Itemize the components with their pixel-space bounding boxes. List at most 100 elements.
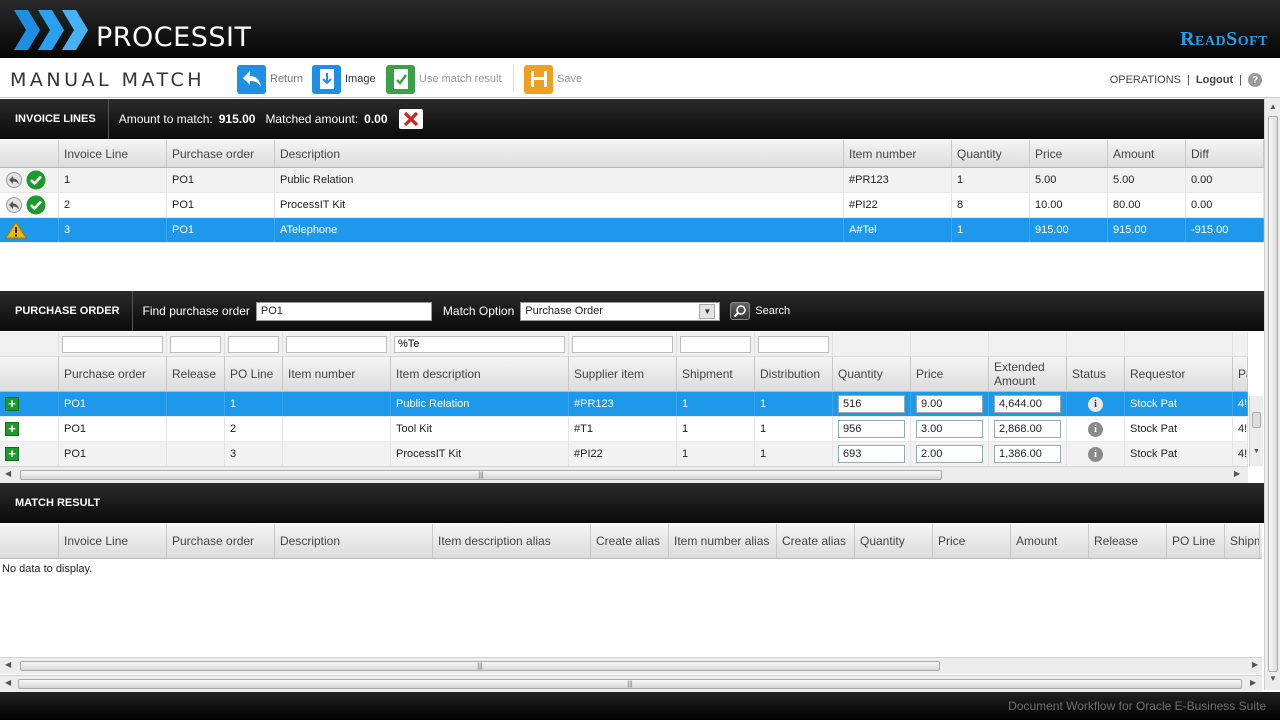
operations-link[interactable]: OPERATIONS <box>1110 74 1181 86</box>
column-header[interactable]: Supplier item <box>569 357 677 391</box>
scroll-right-arrow-icon[interactable]: ▶ <box>1250 678 1256 687</box>
column-header[interactable]: Create alias <box>591 524 669 558</box>
matched-check-icon <box>26 170 46 190</box>
column-header[interactable]: Item number alias <box>669 524 777 558</box>
column-header[interactable]: Quantity <box>833 357 911 391</box>
column-header[interactable]: Status <box>1067 357 1125 391</box>
column-header[interactable]: Invoice Line <box>59 524 167 558</box>
undo-match-icon[interactable] <box>5 172 23 188</box>
column-header[interactable]: Quantity <box>855 524 933 558</box>
image-button[interactable]: Image <box>312 64 376 94</box>
add-match-icon[interactable]: + <box>5 422 19 436</box>
logout-link[interactable]: Logout <box>1196 74 1233 86</box>
filter-po-line[interactable] <box>228 335 279 353</box>
match-result-horizontal-scrollbar[interactable]: ◀ ||| ▶ <box>0 657 1262 674</box>
column-header[interactable]: Price <box>1030 140 1108 167</box>
column-header[interactable]: Release <box>1089 524 1167 558</box>
column-header[interactable]: PO Line <box>1167 524 1225 558</box>
column-header[interactable]: Description <box>275 140 844 167</box>
price-input[interactable]: 9.00 <box>916 395 983 413</box>
filter-purchase-order[interactable] <box>62 335 163 353</box>
column-header[interactable]: Quantity <box>952 140 1030 167</box>
column-header[interactable]: Amount <box>1108 140 1186 167</box>
column-header[interactable]: Description <box>275 524 433 558</box>
price-input[interactable]: 3.00 <box>916 420 983 438</box>
column-header[interactable]: Shipment <box>677 357 755 391</box>
search-button[interactable]: Search <box>730 302 790 320</box>
po-horizontal-scrollbar[interactable]: ◀ ||| ▶ <box>0 466 1248 483</box>
column-header[interactable]: Price <box>911 357 989 391</box>
column-header[interactable]: PO Line <box>225 357 283 391</box>
column-header[interactable]: Create alias <box>777 524 855 558</box>
add-match-icon[interactable]: + <box>5 397 19 411</box>
return-button[interactable]: Return <box>237 64 303 94</box>
page-horizontal-scrollbar[interactable]: ◀ ||| ▶ <box>0 675 1262 692</box>
quantity-input[interactable]: 956 <box>838 420 905 438</box>
page-vertical-scrollbar[interactable]: ▲ ▼ <box>1264 98 1280 690</box>
scroll-thumb[interactable]: ||| <box>20 661 940 671</box>
extended-amount-input[interactable]: 2,868.00 <box>994 420 1061 438</box>
save-button[interactable]: Save <box>524 64 582 94</box>
extended-amount-input[interactable]: 4,644.00 <box>994 395 1061 413</box>
column-header[interactable]: Purchase order <box>167 140 275 167</box>
scroll-right-arrow-icon[interactable]: ▶ <box>1252 660 1258 669</box>
amount-to-match-label: Amount to match: <box>118 112 213 126</box>
table-row[interactable]: + PO1 2 Tool Kit #T1 1 1 956 3.00 2,868.… <box>0 417 1248 442</box>
info-icon[interactable]: i <box>1088 421 1103 437</box>
scroll-left-arrow-icon[interactable]: ◀ <box>5 678 11 687</box>
scroll-down-arrow-icon[interactable]: ▼ <box>1269 674 1277 683</box>
scroll-right-arrow-icon[interactable]: ▶ <box>1234 469 1240 478</box>
undo-match-icon[interactable] <box>5 197 23 213</box>
table-row[interactable]: + PO1 3 ProcessIT Kit #PI22 1 1 693 2.00… <box>0 442 1248 466</box>
table-row-selected[interactable]: + PO1 1 Public Relation #PR123 1 1 516 9… <box>0 392 1248 417</box>
scroll-left-arrow-icon[interactable]: ◀ <box>5 469 11 478</box>
quantity-input[interactable]: 693 <box>838 445 905 463</box>
filter-distribution[interactable] <box>758 335 829 353</box>
column-header[interactable]: Shipm <box>1225 524 1260 558</box>
section-title: INVOICE LINES <box>15 113 96 125</box>
match-option-select[interactable]: Purchase Order ▼ <box>520 301 721 321</box>
table-row-selected[interactable]: 3 PO1 ATelephone A#Tel 1 915.00 915.00 -… <box>0 218 1264 243</box>
scroll-thumb[interactable]: ||| <box>18 679 1242 689</box>
column-header[interactable]: Invoice Line <box>59 140 167 167</box>
column-header[interactable]: Release <box>167 357 225 391</box>
scroll-thumb[interactable] <box>1252 412 1261 428</box>
column-header[interactable]: Requestor <box>1125 357 1233 391</box>
table-row[interactable]: 1 PO1 Public Relation #PR123 1 5.00 5.00… <box>0 168 1264 193</box>
column-header[interactable]: Item number <box>844 140 952 167</box>
info-icon[interactable]: i <box>1088 396 1103 412</box>
clear-match-button[interactable] <box>398 109 423 129</box>
column-header[interactable]: Purchase order <box>59 357 167 391</box>
po-grid-vertical-scrollbar[interactable]: ▼ <box>1249 396 1263 466</box>
add-match-icon[interactable]: + <box>5 447 19 461</box>
column-header[interactable]: Distribution <box>755 357 833 391</box>
column-header[interactable]: Diff <box>1186 140 1264 167</box>
filter-item-description[interactable] <box>394 335 565 353</box>
price-input[interactable]: 2.00 <box>916 445 983 463</box>
extended-amount-input[interactable]: 1,386.00 <box>994 445 1061 463</box>
column-header[interactable]: Item description <box>391 357 569 391</box>
scroll-thumb[interactable] <box>1268 116 1278 672</box>
column-header[interactable]: Extended Amount <box>989 357 1067 391</box>
column-header[interactable]: Amount <box>1011 524 1089 558</box>
use-match-result-button[interactable]: Use match result <box>386 64 502 94</box>
column-header[interactable]: Item number <box>283 357 391 391</box>
filter-item-number[interactable] <box>286 335 387 353</box>
scroll-up-arrow-icon[interactable]: ▲ <box>1269 102 1277 111</box>
column-header[interactable]: Item description alias <box>433 524 591 558</box>
filter-release[interactable] <box>170 335 221 353</box>
filter-supplier-item[interactable] <box>572 335 673 353</box>
column-header[interactable]: Purchase order <box>167 524 275 558</box>
column-header[interactable]: Pa <box>1233 357 1248 391</box>
quantity-input[interactable]: 516 <box>838 395 905 413</box>
scroll-thumb[interactable]: ||| <box>20 470 942 480</box>
help-icon[interactable]: ? <box>1248 73 1262 87</box>
find-po-input[interactable] <box>255 301 432 321</box>
table-row[interactable]: 2 PO1 ProcessIT Kit #PI22 8 10.00 80.00 … <box>0 193 1264 218</box>
scroll-down-arrow-icon[interactable]: ▼ <box>1253 448 1260 455</box>
column-header[interactable]: Price <box>933 524 1011 558</box>
find-po-label: Find purchase order <box>142 304 250 318</box>
scroll-left-arrow-icon[interactable]: ◀ <box>5 660 11 669</box>
info-icon[interactable]: i <box>1088 446 1103 462</box>
filter-shipment[interactable] <box>680 335 751 353</box>
